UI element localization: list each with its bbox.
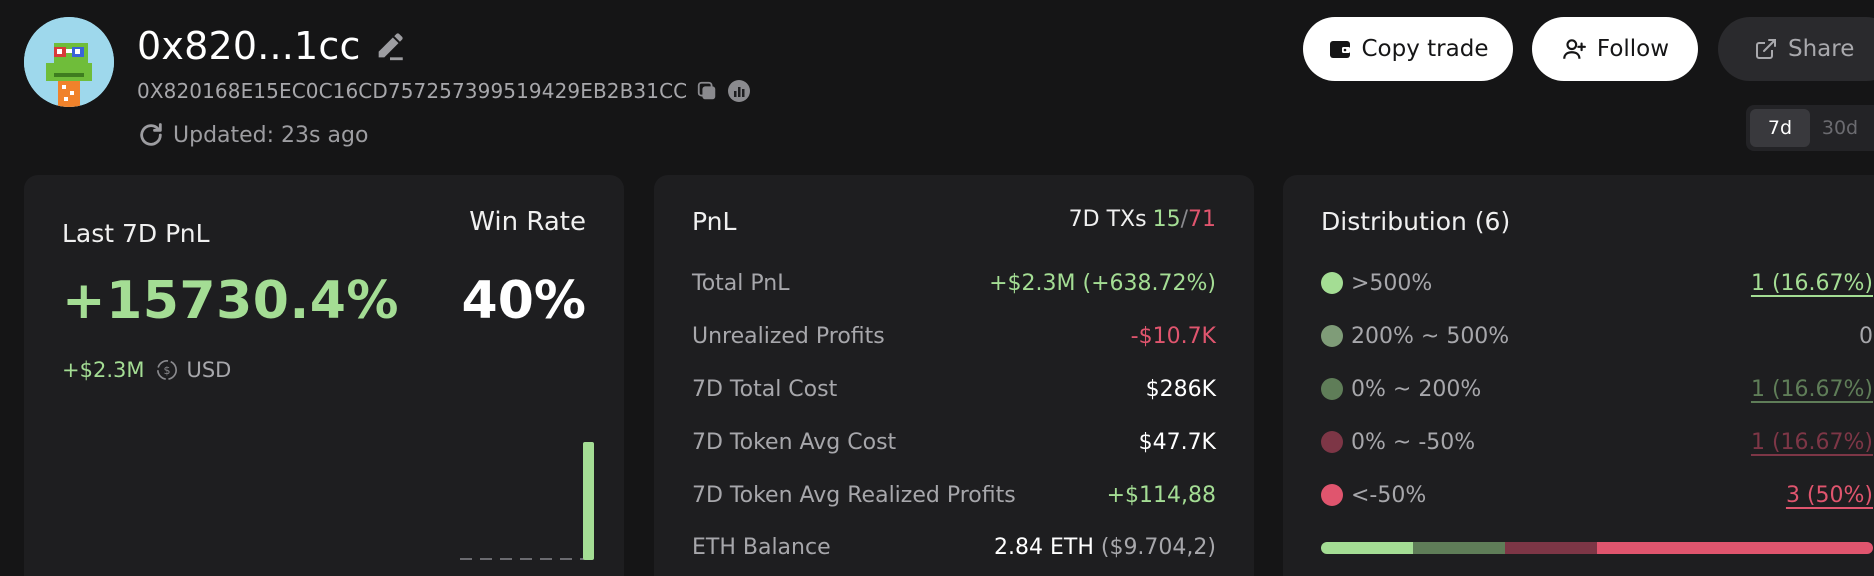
- stat-value: +$114,88: [1106, 482, 1216, 508]
- mini-chart-bar: [583, 442, 594, 560]
- stat-label: 7D Token Avg Cost: [692, 429, 897, 455]
- avatar: [24, 17, 114, 107]
- distribution-range-label: 200% ~ 500%: [1351, 323, 1510, 349]
- follow-label: Follow: [1596, 36, 1670, 62]
- period-toggle: 7d 30d: [1746, 105, 1874, 151]
- distribution-count[interactable]: 1 (16.67%): [1751, 271, 1873, 296]
- distribution-count[interactable]: 1 (16.67%): [1751, 377, 1873, 402]
- copy-trade-label: Copy trade: [1361, 36, 1489, 62]
- distribution-bar-segment: [1505, 542, 1597, 554]
- edit-icon[interactable]: [371, 27, 409, 65]
- win-rate-label: Win Rate: [469, 207, 586, 237]
- distribution-bar-segment: [1597, 542, 1873, 554]
- distribution-bar-segment: [1413, 542, 1505, 554]
- wallet-full-address: 0X820168E15EC0C16CD757257399519429EB2B31…: [137, 79, 688, 103]
- txs-win: 15: [1152, 207, 1181, 232]
- distribution-bar-segment: [1321, 542, 1413, 554]
- currency-toggle[interactable]: $ USD: [156, 358, 231, 382]
- distribution-range: <-50%: [1321, 483, 1426, 508]
- svg-text:$: $: [164, 364, 171, 377]
- pnl-stats-card: PnL 7D TXs 15/71 Total PnL +$2.3M (+638.…: [654, 175, 1254, 576]
- stat-label: Total PnL: [692, 270, 790, 296]
- txs-loss: 71: [1188, 207, 1216, 232]
- copy-icon[interactable]: [695, 79, 719, 103]
- wallet-title: 0x820...1cc: [137, 20, 409, 72]
- stat-value: $47.7K: [1138, 429, 1216, 455]
- pnl-mini-chart: [460, 442, 594, 560]
- user-plus-icon: [1561, 36, 1587, 62]
- period-30d[interactable]: 30d: [1810, 109, 1870, 147]
- wallet-icon: [1328, 37, 1352, 61]
- distribution-count[interactable]: 1 (16.67%): [1751, 430, 1873, 455]
- stat-value: 2.84 ETH ($9.704,2): [994, 535, 1216, 560]
- avatar-frog-icon: [24, 17, 114, 107]
- stat-label: ETH Balance: [692, 534, 831, 560]
- copy-trade-button[interactable]: Copy trade: [1303, 17, 1513, 81]
- txs-count: 7D TXs 15/71: [1069, 207, 1216, 232]
- txs-label: 7D TXs: [1068, 207, 1147, 232]
- pnl-usd-row: +$2.3M $ USD: [62, 358, 231, 382]
- distribution-row: <-50% 3 (50%): [1321, 477, 1873, 513]
- stat-row-total-pnl: Total PnL +$2.3M (+638.72%): [692, 265, 1216, 301]
- eth-balance: 2.84 ETH: [994, 534, 1094, 560]
- distribution-range-label: >500%: [1351, 270, 1433, 296]
- txs-sep: /: [1180, 207, 1188, 232]
- updated-status: Updated: 23s ago: [137, 119, 368, 151]
- distribution-count: 0: [1859, 323, 1873, 349]
- currency-unit: USD: [186, 358, 232, 382]
- stat-label: Unrealized Profits: [692, 323, 885, 349]
- stat-label: 7D Total Cost: [692, 376, 838, 402]
- legend-dot-icon: [1321, 325, 1343, 347]
- chart-icon[interactable]: [727, 79, 751, 103]
- distribution-title: Distribution (6): [1321, 207, 1511, 236]
- legend-dot-icon: [1321, 431, 1343, 453]
- distribution-range: 0% ~ -50%: [1321, 430, 1475, 455]
- distribution-row: 0% ~ -50% 1 (16.67%): [1321, 424, 1873, 460]
- updated-text: Updated: 23s ago: [173, 122, 369, 148]
- distribution-count[interactable]: 3 (50%): [1786, 483, 1873, 508]
- stats-title: PnL: [692, 207, 737, 236]
- wallet-profile-page: 0x820...1cc 0X820168E15EC0C16CD757257399…: [0, 0, 1874, 576]
- distribution-row: 200% ~ 500% 0: [1321, 318, 1873, 354]
- follow-button[interactable]: Follow: [1532, 17, 1698, 81]
- stat-row-total-cost: 7D Total Cost $286K: [692, 371, 1216, 407]
- pnl-summary-card: Last 7D PnL Win Rate +15730.4% 40% +$2.3…: [24, 175, 624, 576]
- stat-row-avg-cost: 7D Token Avg Cost $47.7K: [692, 424, 1216, 460]
- distribution-range: >500%: [1321, 271, 1432, 296]
- stat-row-unrealized: Unrealized Profits -$10.7K: [692, 318, 1216, 354]
- win-rate-value: 40%: [461, 271, 586, 331]
- period-7d[interactable]: 7d: [1750, 109, 1810, 147]
- legend-dot-icon: [1321, 484, 1343, 506]
- distribution-bar: [1321, 542, 1873, 554]
- eth-balance-usd: ($9.704,2): [1100, 534, 1216, 560]
- distribution-row: >500% 1 (16.67%): [1321, 265, 1873, 301]
- distribution-row: 0% ~ 200% 1 (16.67%): [1321, 371, 1873, 407]
- share-label: Share: [1788, 36, 1855, 62]
- stat-value: -$10.7K: [1130, 323, 1216, 349]
- pnl-percent: +15730.4%: [62, 271, 400, 331]
- distribution-card: Distribution (6) >500% 1 (16.67%) 200% ~ 5…: [1283, 175, 1874, 576]
- stat-value: +$2.3M (+638.72%): [989, 270, 1216, 296]
- refresh-icon[interactable]: [137, 121, 165, 149]
- distribution-range: 200% ~ 500%: [1321, 324, 1509, 349]
- stat-row-avg-realized: 7D Token Avg Realized Profits +$114,88: [692, 477, 1216, 513]
- wallet-full-address-row: 0X820168E15EC0C16CD757257399519429EB2B31…: [137, 77, 751, 105]
- stat-label: 7D Token Avg Realized Profits: [692, 482, 1016, 508]
- share-button[interactable]: Share: [1718, 17, 1874, 81]
- legend-dot-icon: [1321, 378, 1343, 400]
- currency-icon: $: [156, 359, 178, 381]
- stat-value: $286K: [1145, 376, 1216, 402]
- distribution-range: 0% ~ 200%: [1321, 377, 1481, 402]
- pnl-usd: +$2.3M: [62, 358, 145, 382]
- wallet-short-address: 0x820...1cc: [137, 24, 361, 68]
- distribution-range-label: 0% ~ 200%: [1351, 376, 1482, 402]
- stat-row-eth-balance: ETH Balance 2.84 ETH ($9.704,2): [692, 529, 1216, 565]
- distribution-range-label: <-50%: [1351, 482, 1427, 508]
- legend-dot-icon: [1321, 272, 1343, 294]
- pnl-label: Last 7D PnL: [62, 219, 210, 248]
- distribution-range-label: 0% ~ -50%: [1351, 429, 1476, 455]
- share-icon: [1754, 37, 1778, 61]
